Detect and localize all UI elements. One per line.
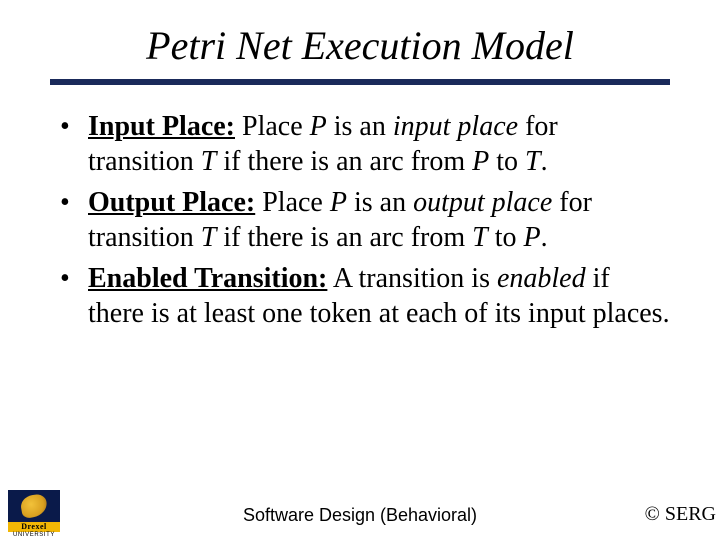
bullet-term: Input Place: bbox=[88, 111, 235, 142]
t: is an bbox=[327, 111, 393, 142]
var: P bbox=[330, 187, 347, 218]
em: output place bbox=[413, 187, 552, 218]
bullet-dot: • bbox=[60, 261, 88, 331]
var: T bbox=[201, 222, 217, 253]
bullet-term: Output Place: bbox=[88, 187, 255, 218]
bullet-text: Input Place: Place P is an input place f… bbox=[88, 109, 670, 179]
logo-sub: UNIVERSITY bbox=[8, 532, 60, 538]
t: Place bbox=[242, 111, 310, 142]
em: enabled bbox=[497, 263, 586, 294]
em: input place bbox=[393, 111, 518, 142]
bullet-dot: • bbox=[60, 109, 88, 179]
slide-footer: Drexel UNIVERSITY Software Design (Behav… bbox=[0, 486, 720, 534]
t: if there is an arc from bbox=[216, 222, 472, 253]
bullet-term: Enabled Transition: bbox=[88, 263, 327, 294]
t: is an bbox=[347, 187, 413, 218]
bullet-text: Enabled Transition: A transition is enab… bbox=[88, 261, 670, 331]
var: T bbox=[525, 146, 541, 177]
slide-title: Petri Net Execution Model bbox=[0, 0, 720, 79]
t: Place bbox=[262, 187, 330, 218]
slide-body: • Input Place: Place P is an input place… bbox=[0, 85, 720, 331]
bullet-text: Output Place: Place P is an output place… bbox=[88, 185, 670, 255]
t: A transition is bbox=[333, 263, 497, 294]
var: P bbox=[472, 146, 489, 177]
t: if there is an arc from bbox=[216, 146, 472, 177]
var: P bbox=[310, 111, 327, 142]
var: T bbox=[201, 146, 217, 177]
footer-copyright: © SERG bbox=[645, 503, 716, 526]
t: to bbox=[488, 222, 524, 253]
bullet-dot: • bbox=[60, 185, 88, 255]
var: T bbox=[472, 222, 488, 253]
slide: Petri Net Execution Model • Input Place:… bbox=[0, 0, 720, 540]
bullet-item: • Output Place: Place P is an output pla… bbox=[60, 185, 670, 255]
t: . bbox=[541, 222, 548, 253]
bullet-item: • Input Place: Place P is an input place… bbox=[60, 109, 670, 179]
t: . bbox=[541, 146, 548, 177]
t: to bbox=[489, 146, 525, 177]
footer-center-text: Software Design (Behavioral) bbox=[0, 505, 720, 526]
var: P bbox=[523, 222, 540, 253]
bullet-item: • Enabled Transition: A transition is en… bbox=[60, 261, 670, 331]
